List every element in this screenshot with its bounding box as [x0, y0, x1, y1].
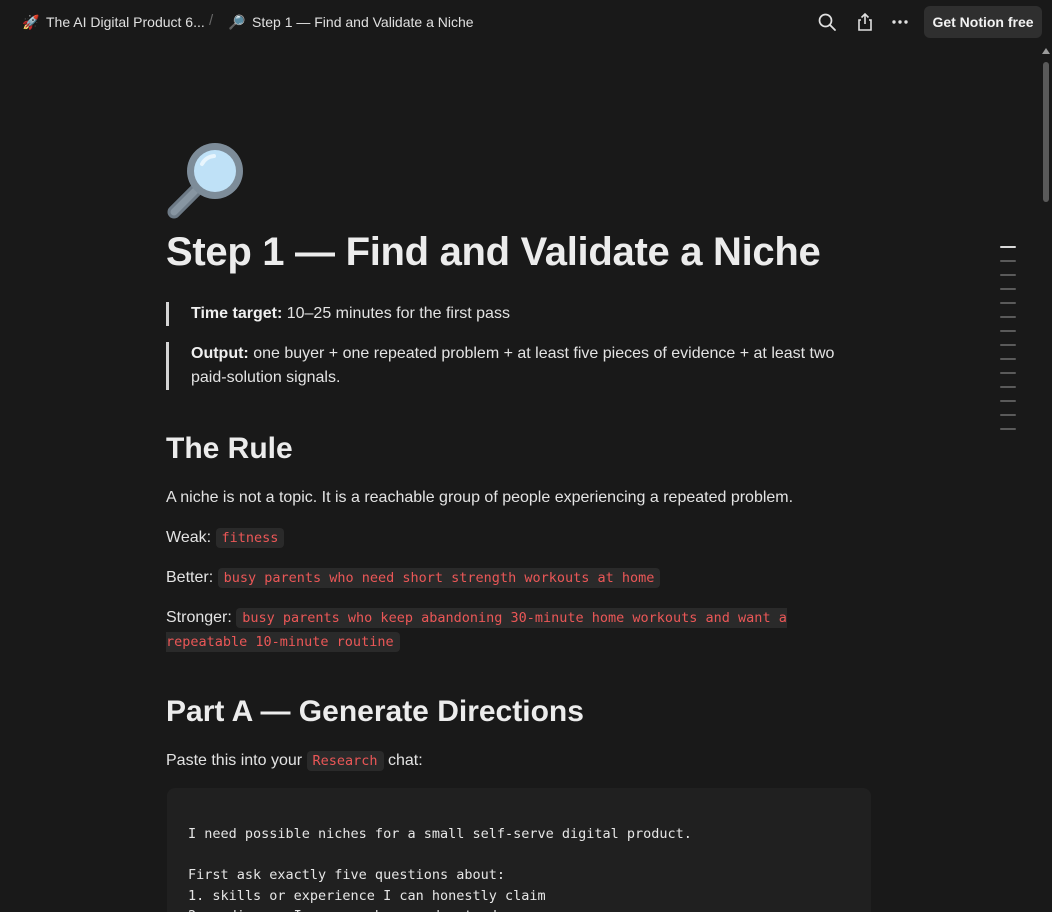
stronger-label: Stronger: [166, 609, 232, 626]
part-a-intro-before: Paste this into your [166, 752, 307, 769]
breadcrumb-root-label: The AI Digital Product 6... [46, 14, 205, 30]
time-target-text: 10–25 minutes for the first pass [282, 305, 510, 322]
rule-intro: A niche is not a topic. It is a reachabl… [166, 489, 794, 506]
callout-time-target: Time target: 10–25 minutes for the first… [166, 302, 846, 326]
toc-line[interactable] [1000, 372, 1016, 374]
heading-the-rule: The Rule [166, 432, 293, 465]
table-of-contents-minimap[interactable] [1000, 246, 1018, 442]
page-title: Step 1 — Find and Validate a Niche [166, 230, 821, 274]
magnifying-glass-icon[interactable] [164, 138, 248, 222]
scrollbar-thumb[interactable] [1043, 62, 1049, 202]
code-line: 1. skills or experience I can honestly c… [188, 887, 546, 904]
toc-line[interactable] [1000, 344, 1016, 346]
toc-line[interactable] [1000, 358, 1016, 360]
scrollbar[interactable] [1040, 44, 1052, 912]
toc-line[interactable] [1000, 246, 1016, 248]
callout-output: Output: one buyer + one repeated problem… [166, 342, 846, 390]
toc-line[interactable] [1000, 288, 1016, 290]
stronger-example: Stronger: busy parents who keep abandoni… [166, 606, 866, 654]
toc-line[interactable] [1000, 400, 1016, 402]
toc-line[interactable] [1000, 428, 1016, 430]
part-a-intro: Paste this into your Research chat: [166, 749, 866, 773]
output-text: one buyer + one repeated problem + at le… [191, 345, 835, 386]
weak-label: Weak: [166, 529, 212, 546]
toc-line[interactable] [1000, 330, 1016, 332]
prompt-code-block[interactable]: I need possible niches for a small self-… [167, 788, 871, 912]
toc-line[interactable] [1000, 274, 1016, 276]
better-example: Better: busy parents who need short stre… [166, 566, 866, 590]
weak-code: fitness [215, 528, 285, 548]
breadcrumb-separator: / [209, 12, 214, 29]
breadcrumb-root[interactable]: 🚀 The AI Digital Product 6... [16, 8, 211, 36]
search-icon[interactable] [815, 10, 839, 34]
heading-part-a: Part A — Generate Directions [166, 695, 584, 728]
part-a-intro-after: chat: [383, 752, 423, 769]
output-label: Output: [191, 345, 249, 362]
better-code: busy parents who need short strength wor… [217, 568, 661, 588]
better-label: Better: [166, 569, 214, 586]
time-target-label: Time target: [191, 305, 283, 322]
toc-line[interactable] [1000, 316, 1016, 318]
share-icon[interactable] [853, 10, 877, 34]
rocket-icon: 🚀 [22, 13, 40, 30]
toc-line[interactable] [1000, 414, 1016, 416]
breadcrumb-current[interactable]: 🔎 Step 1 — Find and Validate a Niche [222, 8, 480, 36]
top-bar: 🚀 The AI Digital Product 6... / 🔎 Step 1… [0, 0, 1052, 44]
scroll-up-arrow-icon[interactable] [1042, 48, 1050, 54]
stronger-code: busy parents who keep abandoning 30-minu… [166, 608, 787, 652]
code-line: First ask exactly five questions about: [188, 867, 505, 883]
weak-example: Weak: fitness [166, 526, 866, 550]
toc-line[interactable] [1000, 386, 1016, 388]
breadcrumb-current-label: Step 1 — Find and Validate a Niche [252, 14, 474, 30]
magnifier-icon: 🔎 [228, 13, 246, 30]
toc-line[interactable] [1000, 302, 1016, 304]
toc-line[interactable] [1000, 260, 1016, 262]
more-icon[interactable] [888, 10, 912, 34]
code-line: 2. audiences I can reach or understand [188, 906, 850, 912]
get-notion-free-button[interactable]: Get Notion free [924, 6, 1042, 38]
research-code: Research [306, 751, 384, 771]
code-line: I need possible niches for a small self-… [188, 826, 692, 842]
